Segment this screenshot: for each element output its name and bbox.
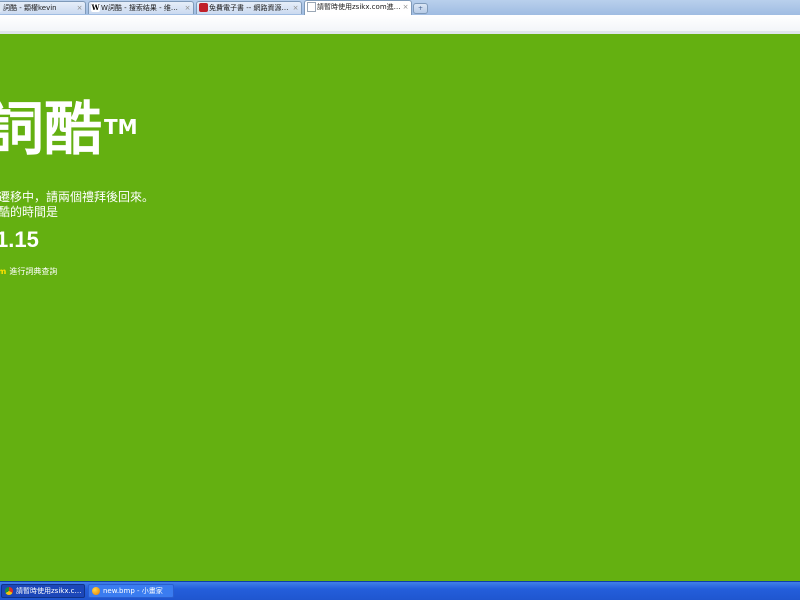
redirect-link[interactable]: m <box>0 267 6 276</box>
trademark-symbol: TM <box>104 115 138 139</box>
bookmark-icon <box>199 3 208 12</box>
chrome-icon <box>5 587 13 595</box>
logo-text: 詞酷 <box>0 95 103 163</box>
redirect-text: 進行詞典查詢 <box>9 267 58 276</box>
taskbar-item-browser[interactable]: 請暫時使用zsikx.co... <box>1 584 85 598</box>
paint-icon <box>92 587 100 595</box>
tab-4-label: 請暫時使用zsikx.com進行... <box>317 3 401 11</box>
tab-1[interactable]: 詞酷 - 顆權kevin × <box>0 1 86 14</box>
tab-2-label: W詞酷 - 搜索结果 - 维基... <box>101 4 183 12</box>
wikipedia-icon: W <box>91 3 100 12</box>
page-content: 詞酷 TM 遷移中，請兩個禮拜後回來。 酷的時間是 1.15 m 進行詞典查詢 <box>0 34 800 581</box>
taskbar: 請暫時使用zsikx.co... new.bmp - 小畫家 <box>0 581 800 600</box>
browser-window: 詞酷 - 顆權kevin × W W詞酷 - 搜索结果 - 维基... × 免費… <box>0 0 800 600</box>
tab-3-close-icon[interactable]: × <box>292 2 299 14</box>
migration-message-line2: 酷的時間是 <box>0 205 59 219</box>
site-logo: 詞酷 TM <box>0 94 138 164</box>
taskbar-item-paint-label: new.bmp - 小畫家 <box>103 587 163 595</box>
tab-4-close-icon[interactable]: × <box>402 1 409 13</box>
taskbar-item-paint[interactable]: new.bmp - 小畫家 <box>88 584 174 598</box>
new-tab-button[interactable]: + <box>413 3 428 14</box>
page-icon <box>0 3 2 12</box>
tab-4-active[interactable]: 請暫時使用zsikx.com進行... × <box>304 0 412 15</box>
tab-strip: 詞酷 - 顆權kevin × W W詞酷 - 搜索结果 - 维基... × 免費… <box>0 0 800 16</box>
tab-1-label: 詞酷 - 顆權kevin <box>3 4 57 12</box>
redirect-line: m 進行詞典查詢 <box>0 266 57 278</box>
taskbar-item-browser-label: 請暫時使用zsikx.co... <box>16 587 82 595</box>
tab-2-close-icon[interactable]: × <box>184 2 191 14</box>
tab-2[interactable]: W W詞酷 - 搜索结果 - 维基... × <box>88 1 194 14</box>
tab-3[interactable]: 免費電子書 -- 網路資源應... × <box>196 1 302 14</box>
tab-1-close-icon[interactable]: × <box>76 2 83 14</box>
tab-3-label: 免費電子書 -- 網路資源應... <box>209 4 291 12</box>
page-icon <box>307 2 316 12</box>
time-value: 1.15 <box>0 227 39 252</box>
migration-message-line1: 遷移中，請兩個禮拜後回來。 <box>0 190 155 204</box>
